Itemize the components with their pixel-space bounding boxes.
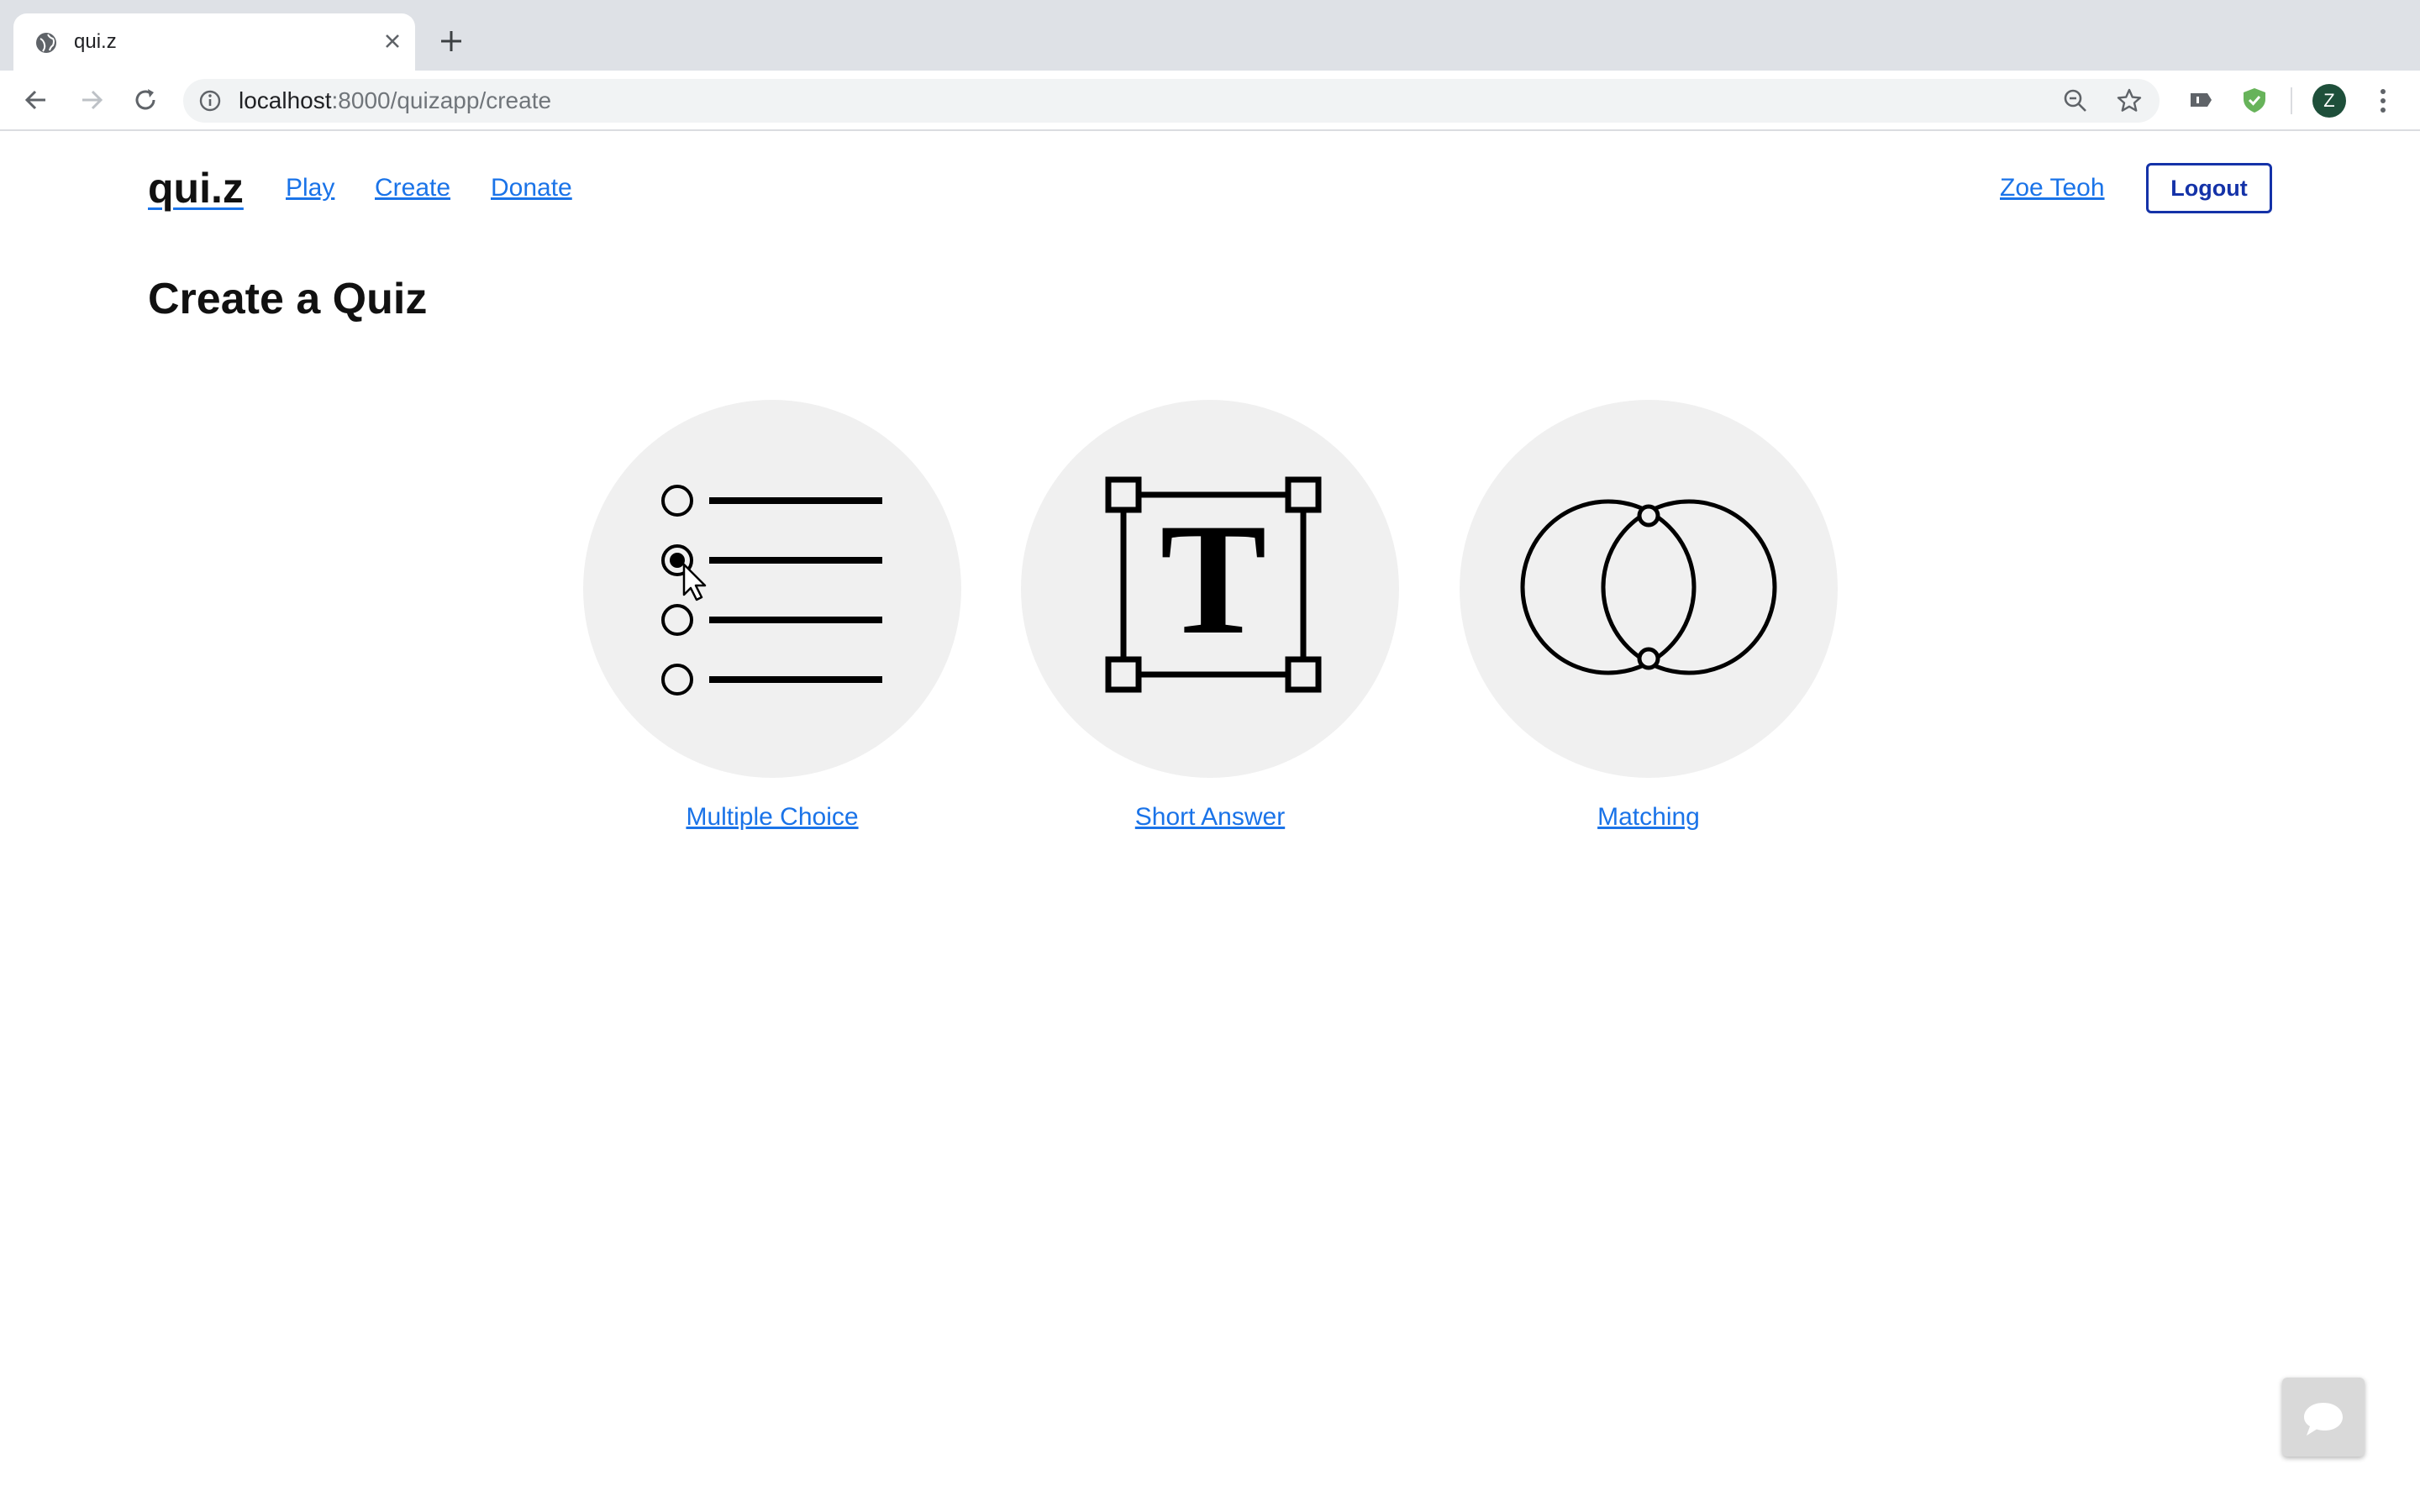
browser-menu-icon[interactable] — [2371, 84, 2395, 118]
matching-icon — [1520, 499, 1777, 675]
globe-icon — [36, 33, 56, 53]
browser-tabstrip: qui.z — [0, 0, 2420, 71]
page-title: Create a Quiz — [148, 275, 428, 323]
site-logo[interactable]: qui.z — [148, 164, 244, 213]
toolbar-separator — [2291, 87, 2292, 114]
browser-tab[interactable]: qui.z — [13, 13, 415, 71]
reload-icon[interactable] — [129, 84, 161, 116]
short-answer-card[interactable]: T — [1021, 400, 1399, 778]
tab-title: qui.z — [74, 30, 117, 53]
bookmark-star-icon[interactable] — [2116, 87, 2143, 114]
zoom-icon[interactable] — [2062, 87, 2089, 114]
mouse-cursor-icon — [682, 563, 707, 601]
user-profile-link[interactable]: Zoe Teoh — [2000, 174, 2105, 202]
text-box-icon: T — [1105, 476, 1322, 693]
matching-card[interactable] — [1460, 400, 1838, 778]
nav-link-donate[interactable]: Donate — [491, 174, 572, 202]
extension-tag-icon[interactable] — [2186, 86, 2215, 114]
close-icon[interactable] — [380, 29, 405, 54]
site-header: qui.z Play Create Donate Zoe Teoh Logout — [0, 133, 2420, 242]
nav-link-play[interactable]: Play — [286, 174, 334, 202]
multiple-choice-link[interactable]: Multiple Choice — [583, 803, 961, 832]
forward-arrow-icon[interactable] — [76, 84, 108, 116]
chat-bubble-icon — [2304, 1403, 2343, 1436]
multiple-choice-icon — [661, 485, 882, 696]
svg-text:T: T — [1160, 491, 1267, 668]
profile-avatar[interactable]: Z — [2312, 84, 2346, 118]
quiz-type-multiple-choice[interactable]: Multiple Choice — [583, 400, 961, 832]
browser-toolbar: localhost:8000/quizapp/create Z — [0, 71, 2420, 131]
info-icon[interactable] — [198, 89, 222, 113]
short-answer-link[interactable]: Short Answer — [1021, 803, 1399, 832]
quiz-type-short-answer[interactable]: T Short Answer — [1021, 400, 1399, 832]
quiz-type-matching[interactable]: Matching — [1460, 400, 1838, 832]
logout-button[interactable]: Logout — [2146, 163, 2272, 213]
address-bar[interactable]: localhost:8000/quizapp/create — [183, 79, 2160, 123]
new-tab-plus-icon[interactable] — [437, 27, 466, 55]
url-text: localhost:8000/quizapp/create — [239, 87, 552, 113]
chat-widget-button[interactable] — [2282, 1378, 2365, 1457]
back-arrow-icon[interactable] — [20, 84, 52, 116]
shield-check-icon[interactable] — [2240, 86, 2269, 114]
multiple-choice-card[interactable] — [583, 400, 961, 778]
nav-link-create[interactable]: Create — [375, 174, 450, 202]
matching-link[interactable]: Matching — [1460, 803, 1838, 832]
